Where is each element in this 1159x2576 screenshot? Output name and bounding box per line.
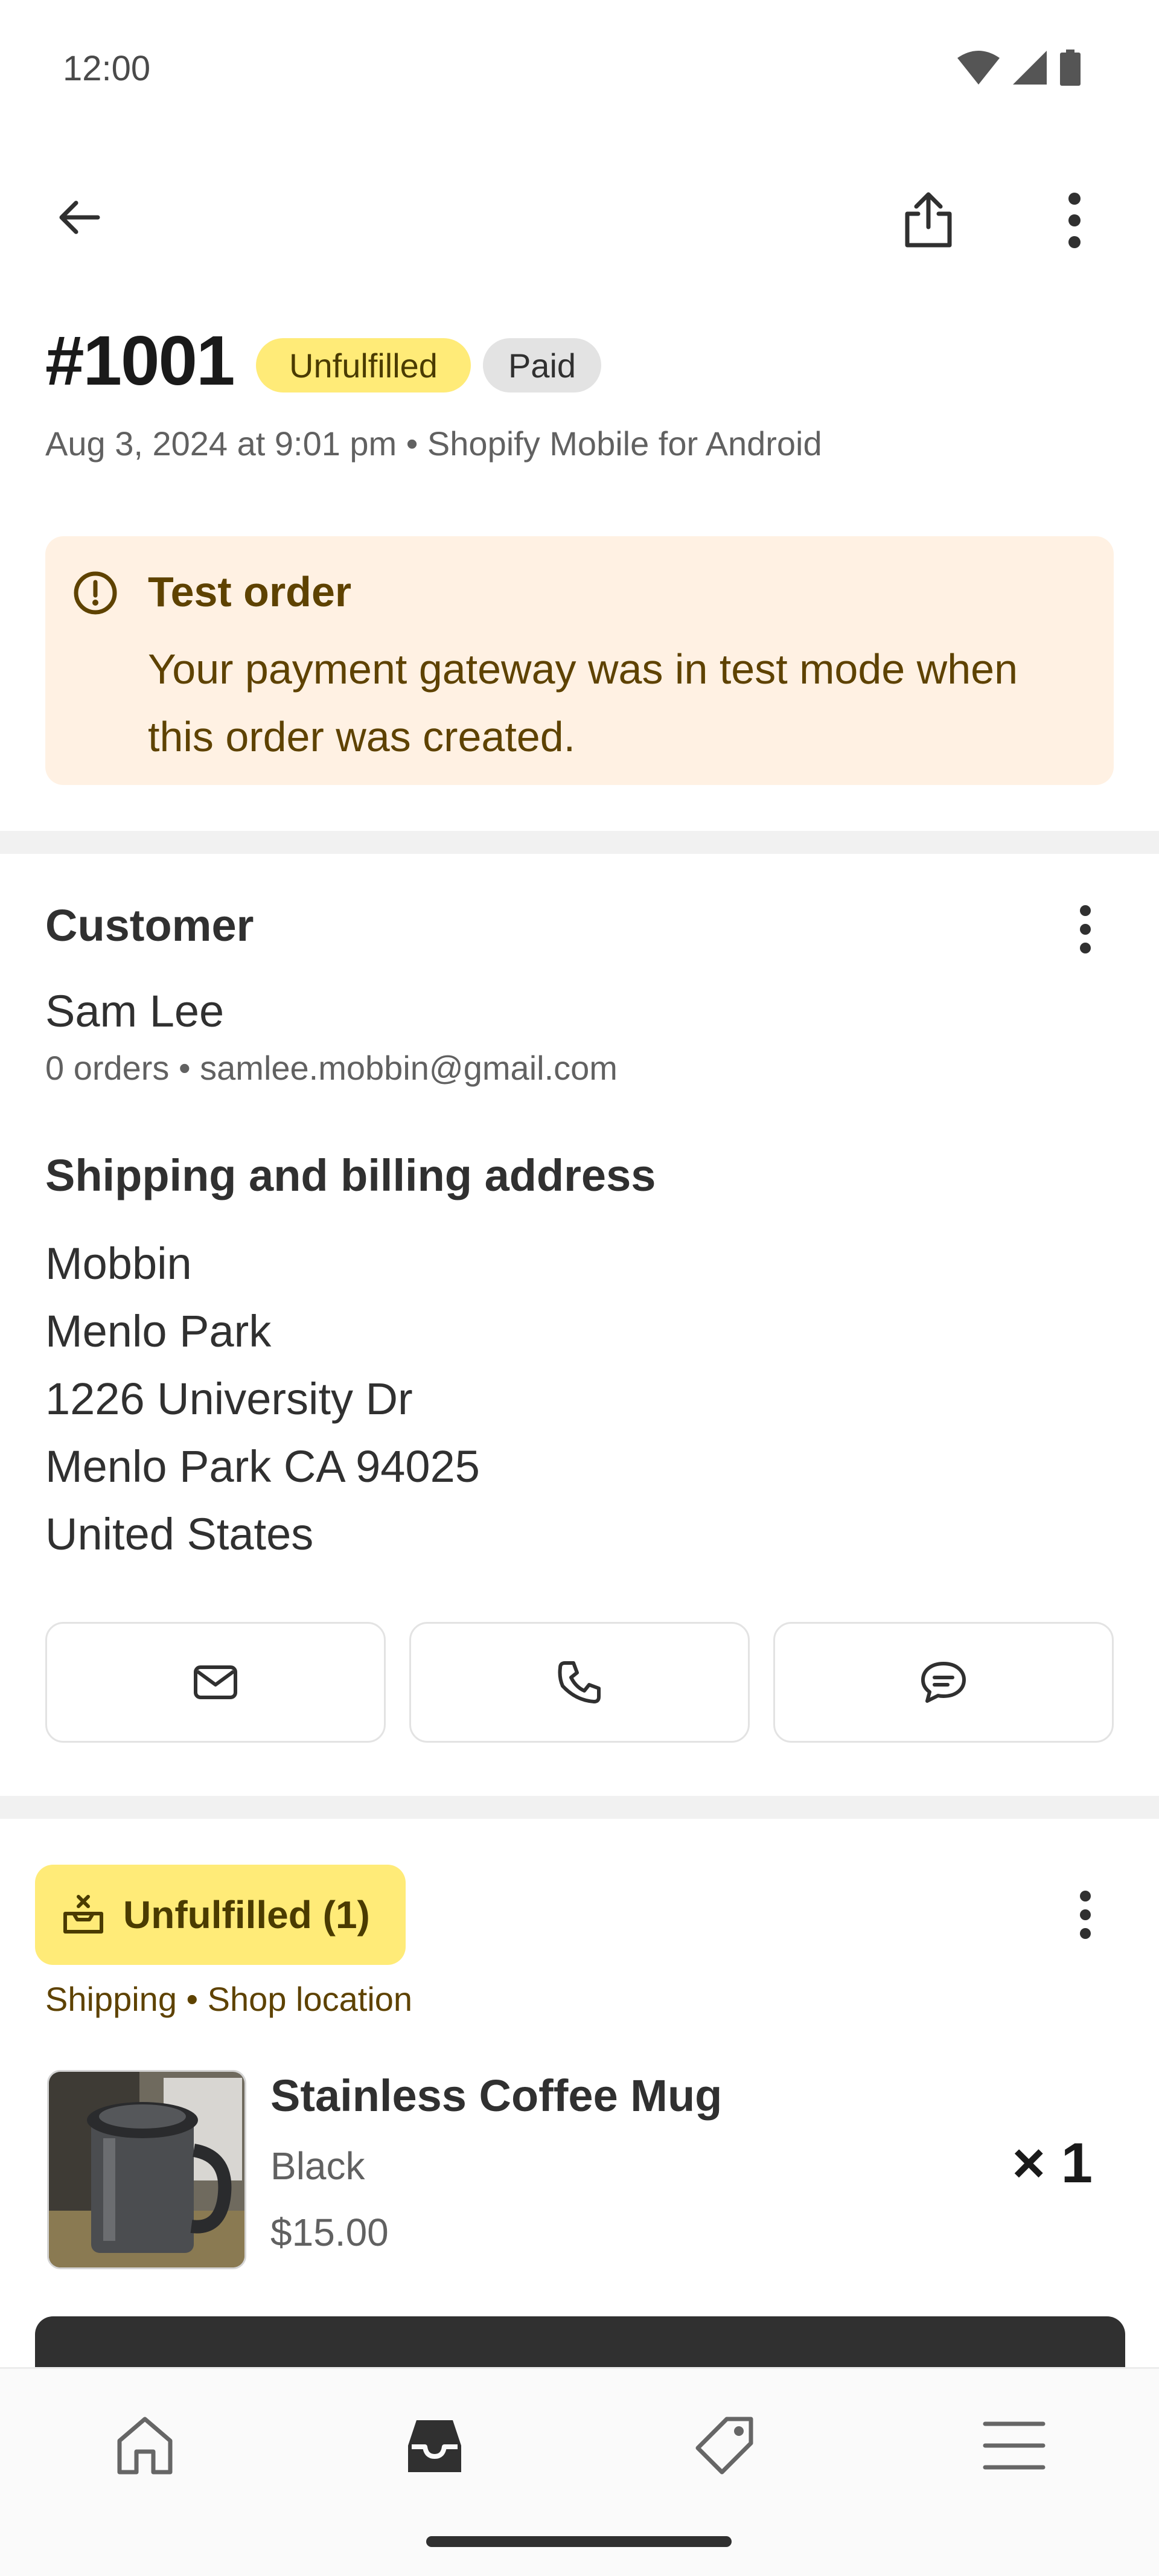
section-divider (0, 1796, 1159, 1819)
product-name[interactable]: Stainless Coffee Mug (270, 2070, 722, 2121)
address-line: Menlo Park (45, 1306, 272, 1356)
more-vertical-icon (1080, 1891, 1091, 1939)
phone-icon (558, 1661, 601, 1703)
customer-name[interactable]: Sam Lee (45, 985, 224, 1037)
fulfillment-meta: Shipping • Shop location (45, 1980, 413, 2018)
back-button[interactable] (48, 187, 109, 248)
address-section-title: Shipping and billing address (45, 1150, 656, 1200)
nav-menu[interactable] (972, 2409, 1056, 2482)
fulfillment-status-badge: Unfulfilled (256, 338, 471, 392)
address-line: United States (45, 1509, 314, 1559)
banner-title: Test order (148, 568, 352, 615)
product-price: $15.00 (270, 2211, 389, 2254)
customer-meta: 0 orders • samlee.mobbin@gmail.com (45, 1049, 618, 1087)
package-icon (63, 1895, 103, 1934)
battery-icon (1060, 50, 1081, 86)
share-button[interactable] (897, 188, 960, 251)
mail-icon (194, 1665, 237, 1699)
address-line: Mobbin (45, 1238, 192, 1289)
product-image[interactable] (47, 2070, 246, 2269)
status-icons (957, 50, 1081, 86)
more-vertical-icon (1080, 905, 1091, 953)
order-number: #1001 (45, 321, 235, 400)
customer-section-title: Customer (45, 900, 254, 950)
nav-products[interactable] (682, 2409, 767, 2482)
signal-icon (1013, 51, 1047, 85)
payment-status-badge: Paid (483, 338, 601, 392)
address-line: 1226 University Dr (45, 1374, 413, 1424)
fulfillment-status-chip: Unfulfilled (1) (35, 1865, 406, 1965)
inbox-icon (408, 2420, 461, 2472)
nav-orders[interactable] (392, 2409, 477, 2482)
home-icon (117, 2417, 173, 2475)
order-meta: Aug 3, 2024 at 9:01 pm • Shopify Mobile … (45, 425, 822, 463)
message-button[interactable] (773, 1622, 1114, 1743)
address-line: Menlo Park CA 94025 (45, 1441, 480, 1491)
section-divider (0, 831, 1159, 854)
alert-circle-icon (74, 571, 117, 615)
status-time: 12:00 (63, 49, 151, 88)
fulfillment-more-button[interactable] (1055, 1882, 1116, 1948)
banner-body: Your payment gateway was in test mode wh… (148, 646, 1018, 760)
more-button[interactable] (1044, 187, 1105, 254)
product-variant: Black (270, 2144, 365, 2188)
phone-button[interactable] (409, 1622, 750, 1743)
product-quantity: × 1 (1012, 2131, 1093, 2194)
customer-more-button[interactable] (1055, 896, 1116, 963)
email-button[interactable] (45, 1622, 386, 1743)
more-vertical-icon (1068, 193, 1081, 248)
menu-icon (983, 2421, 1046, 2470)
chat-icon (921, 1662, 966, 1703)
share-icon (905, 192, 952, 248)
mug-image (49, 2072, 244, 2267)
fulfillment-label: Unfulfilled (1) (123, 1893, 370, 1937)
nav-home[interactable] (103, 2409, 187, 2482)
arrow-left-icon (59, 200, 100, 234)
tag-icon (695, 2417, 753, 2475)
home-indicator[interactable] (426, 2536, 732, 2547)
wifi-icon (957, 51, 1000, 85)
